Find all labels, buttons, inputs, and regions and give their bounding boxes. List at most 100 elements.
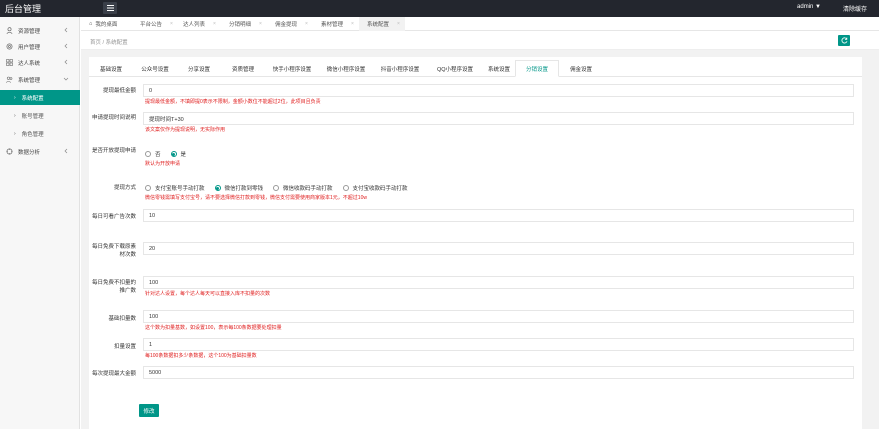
radio-label: 支付宝收款码手动打款 xyxy=(352,186,408,192)
daily-ad-input[interactable]: 10 xyxy=(143,209,854,222)
tab-distribution-details[interactable]: 分销明细 × xyxy=(221,17,267,31)
sidebar-item-system[interactable]: 系统管理 xyxy=(0,72,80,87)
withdraw-time-label: 申请提现时间说明 xyxy=(91,115,136,121)
min-withdraw-label: 提现最低金额 xyxy=(102,88,136,94)
min-withdraw-input[interactable]: 0 xyxy=(143,84,854,97)
base-deduct-hint: 这个数为扣量基数，如设置100，表示每100条数据要处理扣量 xyxy=(145,325,282,331)
breadcrumb-bar: 首页 / 系统配置 xyxy=(81,31,879,50)
sidebar-item-label: 数据分析 xyxy=(18,149,41,156)
refresh-icon xyxy=(841,37,847,44)
user-menu[interactable]: admin ▼ xyxy=(797,4,821,10)
sidebar-item-label: 系统管理 xyxy=(18,77,41,84)
max-withdraw-input[interactable]: 5000 xyxy=(143,366,854,379)
deduct-setting-input[interactable]: 1 xyxy=(143,338,854,351)
sidebar-item-label: 角色管理 xyxy=(21,131,44,138)
radio-icon xyxy=(145,151,151,157)
hamburger-icon xyxy=(106,5,114,11)
tab-announcement[interactable]: 平台公告 × xyxy=(132,17,175,31)
user-name: admin xyxy=(797,4,814,10)
close-icon[interactable]: × xyxy=(213,21,216,27)
daily-promotion-input[interactable]: 100 xyxy=(143,276,854,289)
open-withdraw-label: 是否开放提现申请 xyxy=(91,148,136,154)
users-icon xyxy=(6,76,13,83)
sidebar-item-users[interactable]: 用户管理 xyxy=(0,39,80,54)
radio-label: 支付宝账号手动打款 xyxy=(155,186,205,192)
tab-wechat-mini[interactable]: 微信小程序设置 xyxy=(319,60,373,77)
tab-qq-mini[interactable]: QQ小程序设置 xyxy=(427,60,483,77)
menu-toggle-button[interactable] xyxy=(103,2,117,14)
radio-icon xyxy=(342,185,349,191)
sidebar-item-analytics[interactable]: 数据分析 xyxy=(0,144,80,159)
submit-button[interactable]: 修改 xyxy=(139,404,159,417)
tab-basic[interactable]: 基础设置 xyxy=(89,60,133,77)
breadcrumb: 首页 / 系统配置 xyxy=(90,40,128,46)
close-icon[interactable]: × xyxy=(170,21,173,27)
clear-cache-link[interactable]: 清除缓存 xyxy=(843,4,867,13)
home-icon: ⌂ xyxy=(89,21,93,27)
chevron-left-icon xyxy=(64,59,68,65)
tab-material[interactable]: 素材管理 × xyxy=(313,17,359,31)
settings-icon xyxy=(6,148,13,155)
sidebar-item-label: 资源管理 xyxy=(18,28,41,35)
withdraw-time-input[interactable]: 提现时间T+30 xyxy=(143,112,854,125)
user-icon xyxy=(6,27,13,34)
top-bar: 后台管理 admin ▼ 清除缓存 xyxy=(0,0,879,17)
close-icon[interactable]: × xyxy=(305,21,308,27)
open-withdraw-option-yes[interactable]: 是 xyxy=(170,150,186,158)
close-icon[interactable]: × xyxy=(351,21,354,27)
tab-qualification[interactable]: 资质管理 xyxy=(221,60,265,77)
chevron-right-icon: › xyxy=(14,94,16,101)
open-withdraw-hint: 默认为开放申请 xyxy=(145,161,181,167)
close-icon[interactable]: × xyxy=(259,21,262,27)
app-title: 后台管理 xyxy=(5,4,42,14)
page-tabs: ⌂ 我的桌面 平台公告 × 达人列表 × 分销明细 × 佣金提现 × 素材管理 … xyxy=(81,17,879,31)
tab-commission-withdraw[interactable]: 佣金提现 × xyxy=(267,17,313,31)
tab-system[interactable]: 系统设置 xyxy=(483,60,515,77)
daily-download-input[interactable]: 20 xyxy=(143,242,854,255)
withdraw-method-alipay-manual[interactable]: 支付宝账号手动打款 xyxy=(145,184,205,192)
chevron-down-icon: ▼ xyxy=(815,4,821,10)
radio-icon xyxy=(145,185,151,191)
withdraw-method-wechat-change[interactable]: 微信打款到零钱 xyxy=(214,184,263,192)
base-deduct-label: 基础扣量数 xyxy=(108,316,136,322)
open-withdraw-radio-group: 否 是 xyxy=(145,149,196,159)
withdraw-method-alipay-qr[interactable]: 支付宝收款码手动打款 xyxy=(342,184,408,192)
tab-official-account[interactable]: 公众号设置 xyxy=(133,60,177,77)
radio-label: 否 xyxy=(155,152,161,158)
open-withdraw-option-no[interactable]: 否 xyxy=(145,150,161,158)
settings-tabs: 基础设置 公众号设置 分享设置 资质管理 快手小程序设置 微信小程序设置 抖音小… xyxy=(89,60,862,77)
tab-distribution[interactable]: 分销设置 xyxy=(515,60,559,77)
tab-desktop[interactable]: ⌂ 我的桌面 xyxy=(81,17,132,31)
tab-label: 平台公告 xyxy=(140,22,163,28)
sidebar-item-accounts[interactable]: › 账号管理 xyxy=(0,108,80,123)
withdraw-method-hint: 微信零钱需填写支付宝号，请不要选择微信打款到零钱，微信支付需要使用商家版本1元，… xyxy=(145,195,367,201)
tab-kuaishou[interactable]: 快手小程序设置 xyxy=(265,60,319,77)
radio-checked-icon xyxy=(214,185,221,191)
daily-ad-label: 每日可看广告次数 xyxy=(91,214,136,220)
sidebar-item-label: 账号管理 xyxy=(21,113,44,120)
radio-icon xyxy=(273,185,280,191)
gear-icon xyxy=(6,43,13,50)
chevron-left-icon xyxy=(64,43,68,49)
withdraw-method-radio-group: 支付宝账号手动打款 微信打款到零钱 微信收款码手动打款 支付宝收款码手动打款 xyxy=(145,183,418,193)
tab-share[interactable]: 分享设置 xyxy=(177,60,221,77)
withdraw-method-wechat-qr[interactable]: 微信收款码手动打款 xyxy=(273,184,333,192)
deduct-setting-hint: 每100条数据扣多少条数据，这个100为基础扣量数 xyxy=(145,353,257,359)
sidebar-item-system-config[interactable]: › 系统配置 xyxy=(0,90,80,105)
tab-talent-list[interactable]: 达人列表 × xyxy=(175,17,221,31)
tab-douyin-mini[interactable]: 抖音小程序设置 xyxy=(373,60,427,77)
sidebar-item-roles[interactable]: › 角色管理 xyxy=(0,126,80,141)
daily-promotion-hint: 针对达人设置，每个达人每天可以直接入库不扣量的次数 xyxy=(145,291,271,297)
base-deduct-input[interactable]: 100 xyxy=(143,310,854,323)
close-icon[interactable]: × xyxy=(397,21,400,27)
sidebar-item-resources[interactable]: 资源管理 xyxy=(0,23,80,38)
sidebar-item-talent[interactable]: 达人系统 xyxy=(0,55,80,70)
sidebar-item-label: 达人系统 xyxy=(18,60,41,67)
radio-checked-icon xyxy=(170,151,177,157)
min-withdraw-hint: 提现最低金额，不填即提0表示不限制，金额小数位不能超过2位，此项目且负责 xyxy=(145,99,321,105)
chevron-left-icon xyxy=(64,148,68,154)
tab-commission[interactable]: 佣金设置 xyxy=(559,60,603,77)
refresh-button[interactable] xyxy=(838,35,850,46)
tab-label: 系统配置 xyxy=(367,22,390,28)
tab-system-config[interactable]: 系统配置 × xyxy=(359,17,405,31)
